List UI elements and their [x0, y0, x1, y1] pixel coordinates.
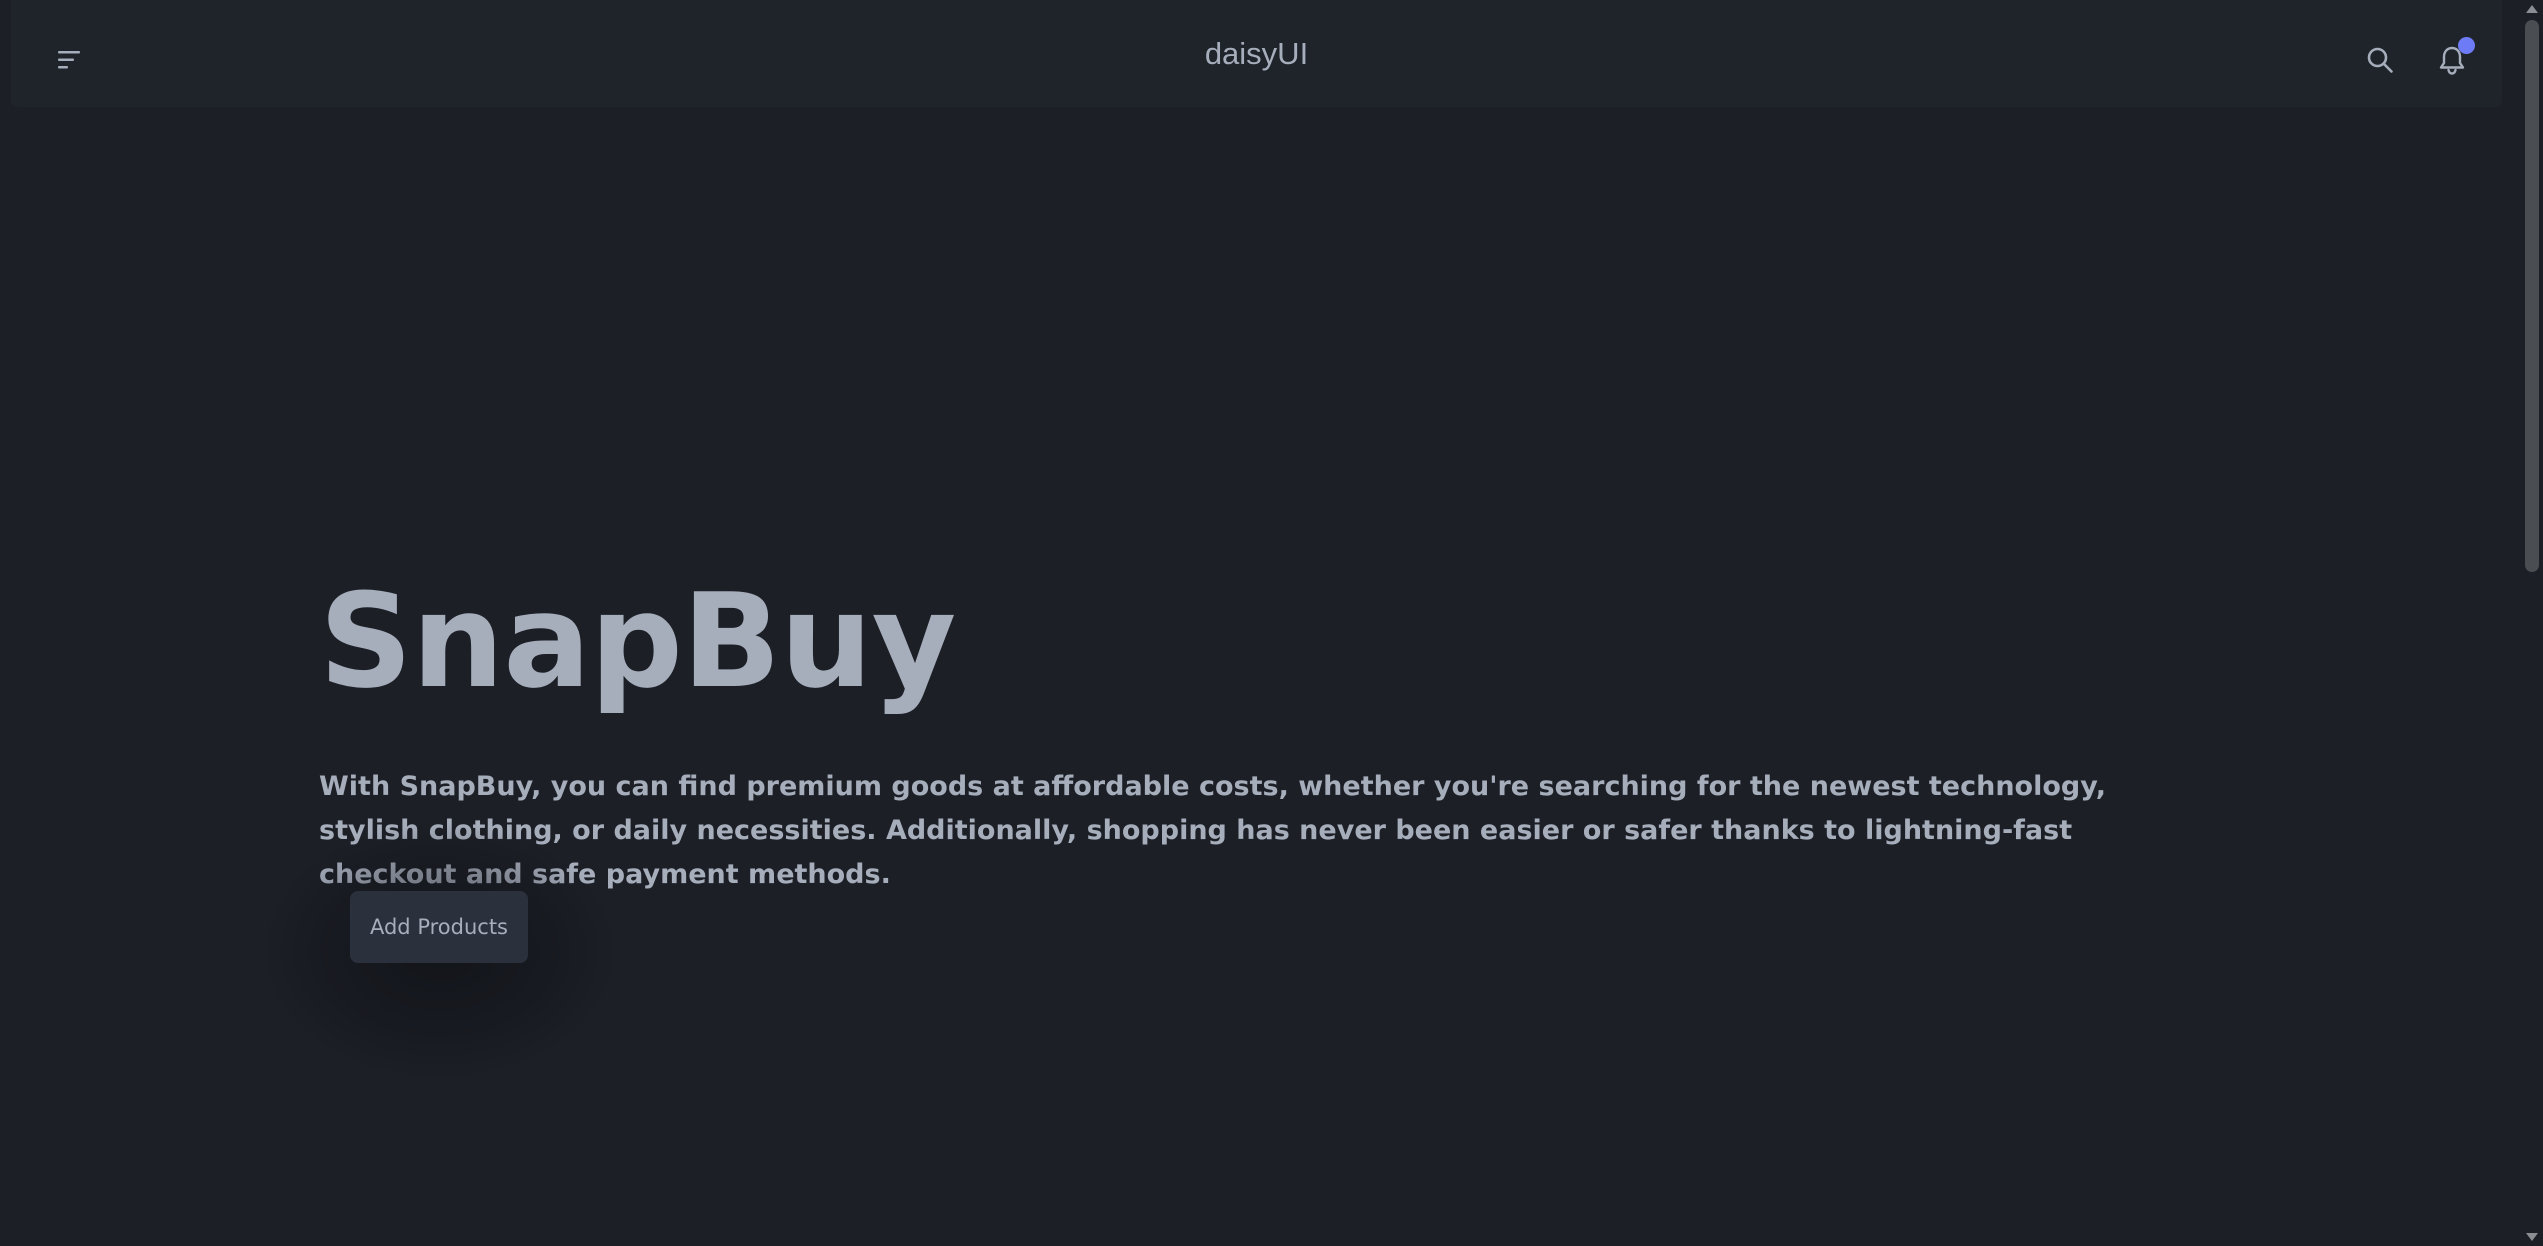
triangle-down-icon	[2526, 1233, 2538, 1241]
navbar: daisyUI	[11, 0, 2502, 107]
triangle-up-icon	[2526, 5, 2538, 13]
scroll-up-arrow[interactable]	[2521, 0, 2543, 18]
scrollbar-thumb[interactable]	[2525, 20, 2539, 572]
hero-section: SnapBuy With SnapBuy, you can find premi…	[319, 570, 2159, 897]
search-button[interactable]	[2344, 24, 2416, 96]
brand-container: daisyUI	[11, 32, 2502, 75]
vertical-scrollbar[interactable]	[2521, 0, 2543, 1246]
hero-title: SnapBuy	[319, 565, 956, 717]
notifications-button[interactable]	[2416, 24, 2488, 96]
scroll-down-arrow[interactable]	[2521, 1228, 2543, 1246]
notification-badge	[2458, 37, 2475, 54]
add-products-button[interactable]: Add Products	[350, 891, 528, 963]
hero-description: With SnapBuy, you can find premium goods…	[319, 771, 2106, 890]
search-icon	[2367, 47, 2393, 73]
cta-container: Add Products	[260, 821, 620, 1081]
page: daisyUI SnapBuy With SnapBuy, you can fi…	[0, 0, 2543, 1246]
brand-title[interactable]: daisyUI	[1205, 36, 1308, 71]
